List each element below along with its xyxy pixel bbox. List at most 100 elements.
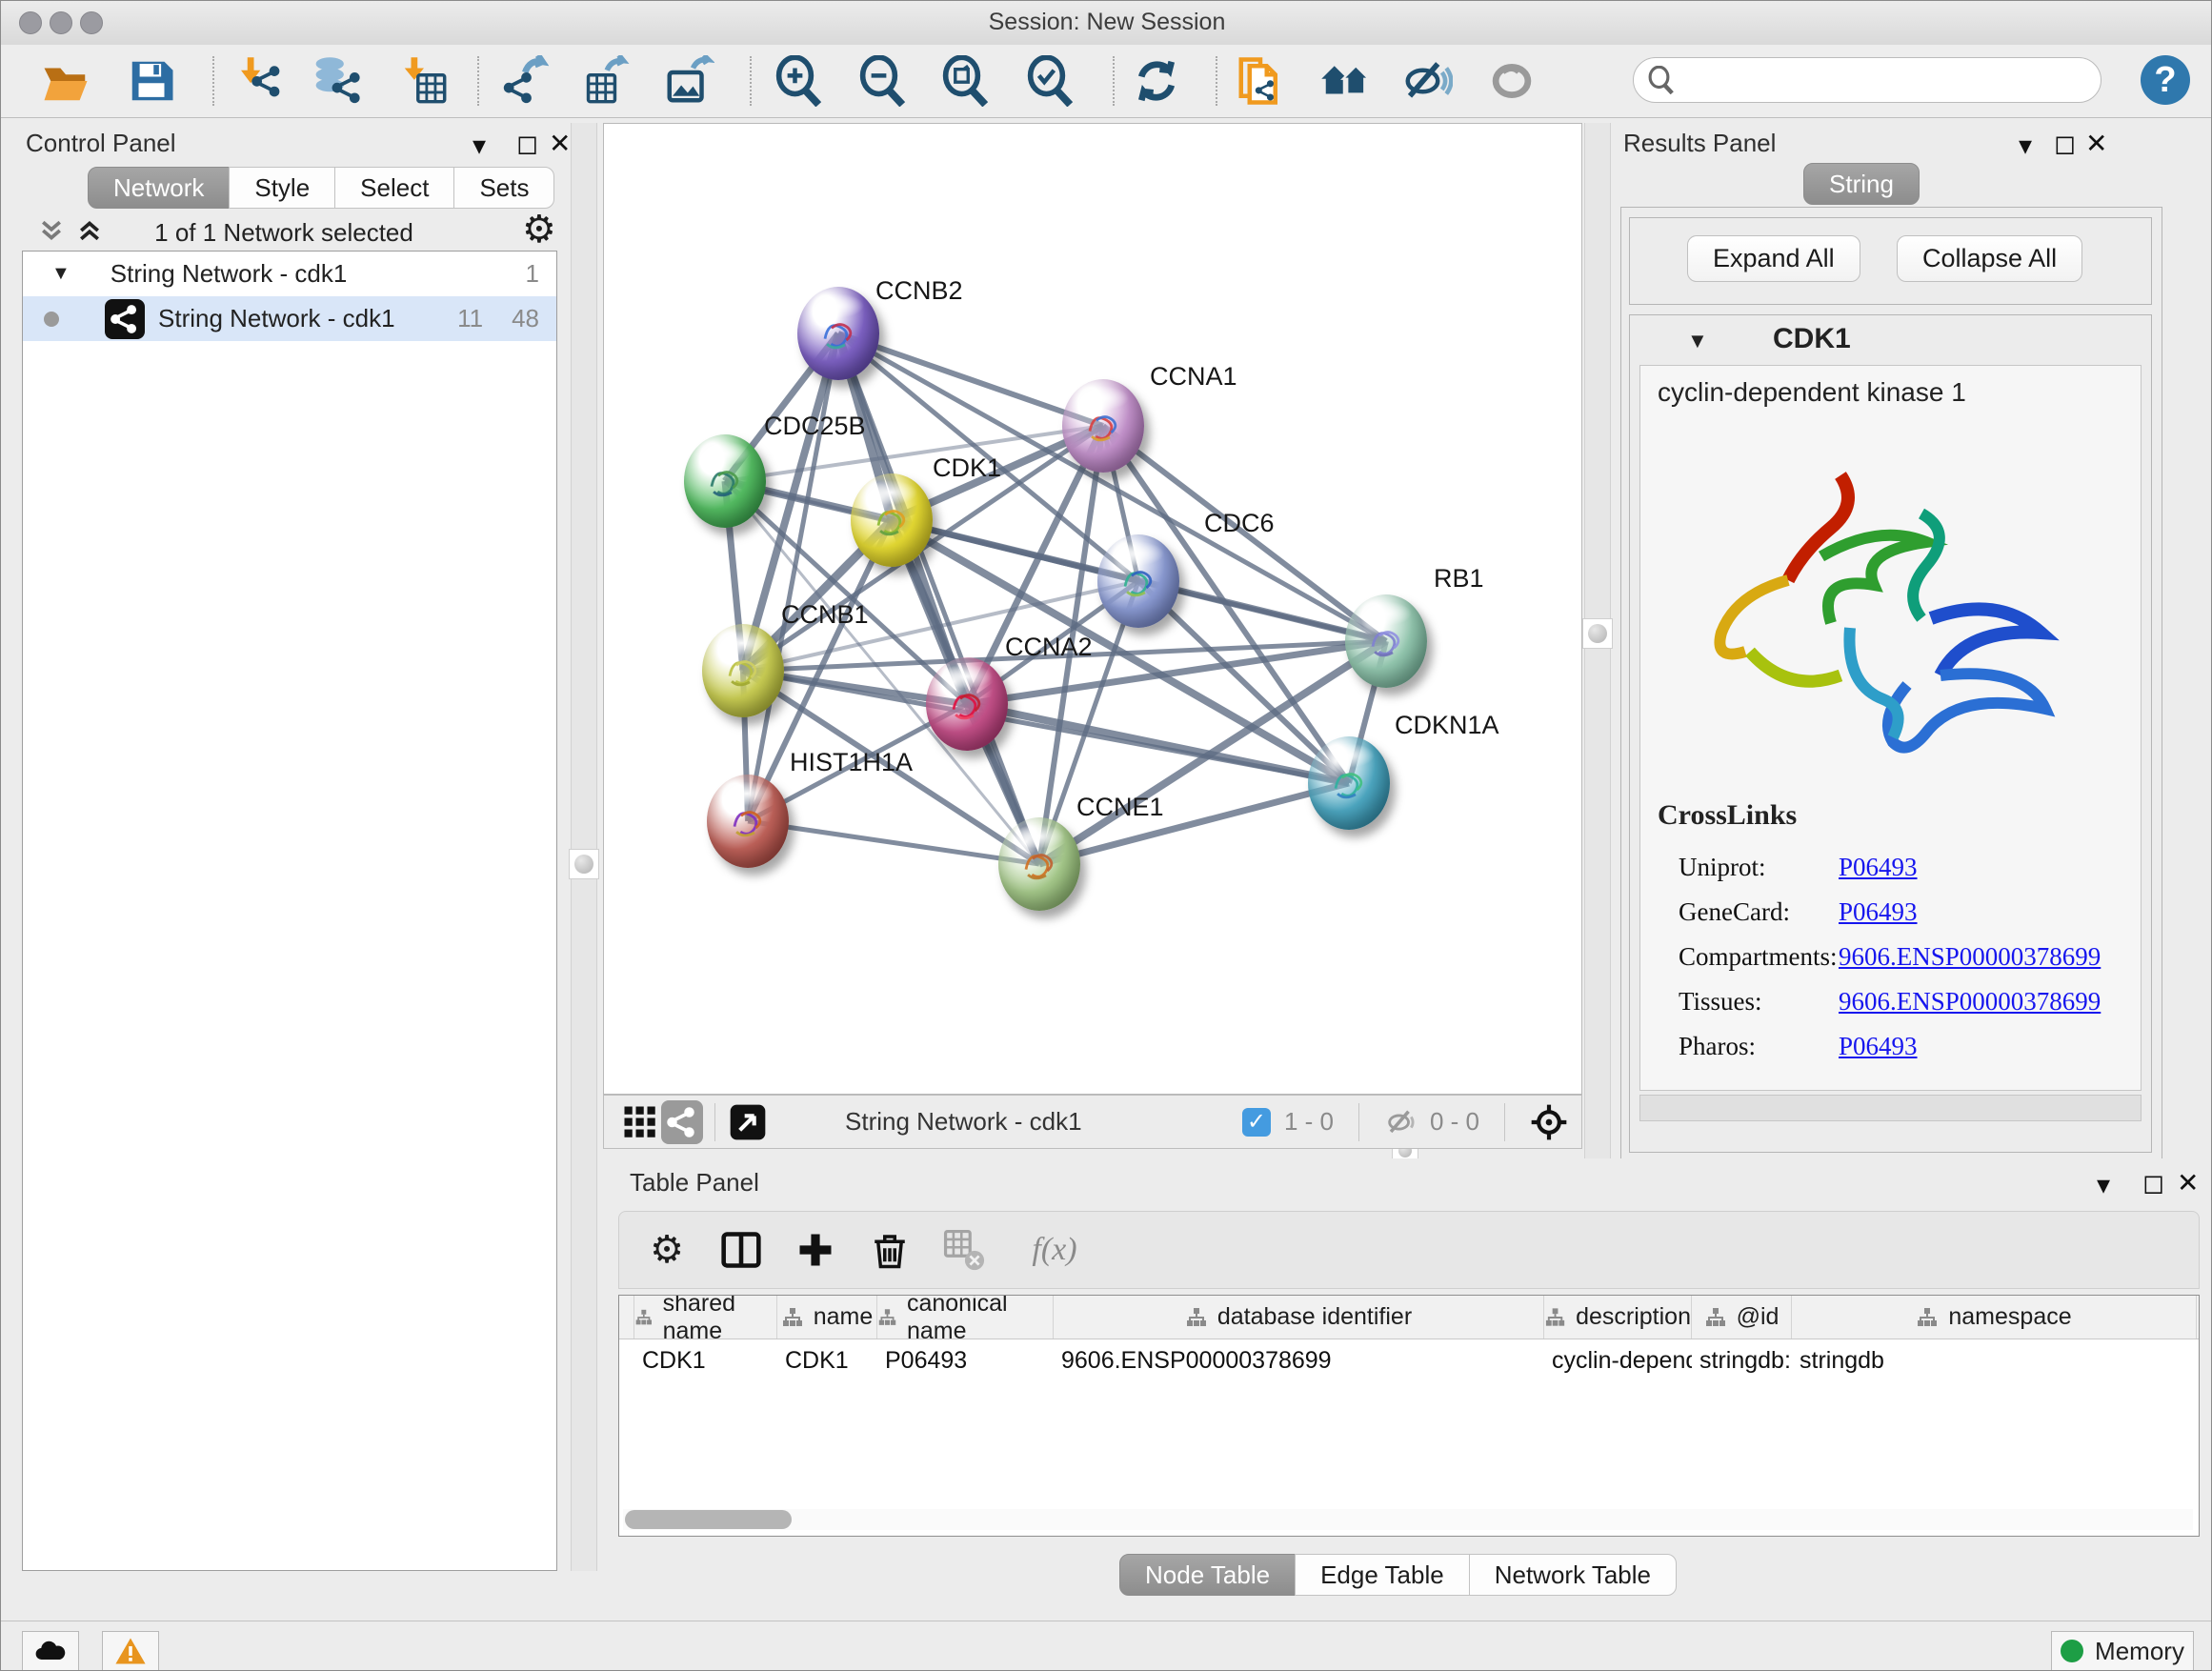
network-overview-icon[interactable] — [661, 1101, 703, 1143]
edge-CCNE1-CCNB2[interactable] — [838, 333, 1039, 864]
selected-checkbox[interactable]: ✓ — [1242, 1108, 1271, 1137]
add-column-icon[interactable] — [789, 1223, 842, 1277]
zoom-fit-icon[interactable] — [937, 52, 995, 110]
network-options-gear-icon[interactable]: ⚙ — [522, 211, 556, 249]
tab-select[interactable]: Select — [334, 167, 454, 209]
tab-node-table[interactable]: Node Table — [1119, 1554, 1296, 1596]
zoom-out-icon[interactable] — [855, 52, 912, 110]
save-session-icon[interactable] — [123, 52, 180, 110]
node-hist1h1a[interactable] — [707, 775, 789, 868]
detach-view-icon[interactable] — [727, 1101, 769, 1143]
memory-button[interactable]: Memory — [2051, 1631, 2194, 1671]
crosslink-label: Uniprot: — [1679, 853, 1839, 882]
tab-edge-table[interactable]: Edge Table — [1295, 1554, 1470, 1596]
maximize-panel-icon[interactable]: ◻ — [2142, 1170, 2164, 1197]
cell-namespace[interactable]: stringdb — [1792, 1347, 2197, 1375]
edge-CCNE1-HIST1H1A[interactable] — [748, 821, 1039, 864]
zoom-selected-icon[interactable] — [1022, 52, 1079, 110]
cell-shared-name[interactable]: CDK1 — [634, 1347, 777, 1375]
import-network-from-database-icon[interactable] — [308, 52, 365, 110]
column-header-canonical-name[interactable]: canonical name — [877, 1296, 1054, 1339]
tab-string[interactable]: String — [1803, 163, 1920, 205]
table-row[interactable]: CDK1CDK1P064939606.ENSP00000378699cyclin… — [619, 1339, 2199, 1382]
collapse-all-button[interactable]: Collapse All — [1897, 235, 2082, 282]
close-panel-icon[interactable]: ✕ — [2085, 131, 2107, 157]
collapse-all-icon[interactable] — [37, 216, 66, 250]
column-header-name[interactable]: name — [777, 1296, 877, 1339]
fit-selected-crosshair-icon[interactable] — [1530, 1103, 1568, 1141]
section-scrollbar[interactable] — [1639, 1095, 2142, 1121]
left-splitter[interactable] — [571, 123, 597, 1571]
node-cdc25b[interactable] — [684, 434, 766, 528]
search-input[interactable] — [1676, 66, 2080, 94]
crosslink-link[interactable]: P06493 — [1839, 853, 1918, 882]
float-panel-icon[interactable]: ▾ — [2019, 132, 2032, 159]
scrollbar-thumb[interactable] — [625, 1510, 792, 1529]
open-session-icon[interactable] — [37, 52, 94, 110]
close-panel-icon[interactable]: ✕ — [549, 131, 571, 157]
maximize-panel-icon[interactable]: ◻ — [516, 131, 538, 157]
tab-sets[interactable]: Sets — [453, 167, 554, 209]
show-columns-icon[interactable] — [714, 1223, 768, 1277]
column-header-database-identifier[interactable]: database identifier — [1054, 1296, 1544, 1339]
import-network-icon[interactable] — [230, 52, 287, 110]
home-networks-icon[interactable] — [1317, 52, 1374, 110]
network-collection-row[interactable]: ▼ String Network - cdk1 1 — [23, 252, 556, 296]
expand-all-icon[interactable] — [75, 216, 104, 250]
network-row[interactable]: String Network - cdk1 11 48 — [23, 296, 556, 341]
node-ccnb2[interactable] — [797, 287, 879, 380]
cloud-button[interactable] — [22, 1631, 79, 1671]
birdseye-grid-icon[interactable] — [619, 1101, 661, 1143]
expand-all-button[interactable]: Expand All — [1687, 235, 1860, 282]
node-ccnb1[interactable] — [702, 624, 784, 717]
delete-column-icon[interactable] — [863, 1223, 916, 1277]
table-horizontal-scrollbar[interactable] — [623, 1509, 2193, 1530]
close-panel-icon[interactable]: ✕ — [2177, 1170, 2199, 1197]
tab-network-table[interactable]: Network Table — [1469, 1554, 1677, 1596]
refresh-icon[interactable] — [1128, 52, 1185, 110]
warnings-button[interactable] — [102, 1631, 159, 1671]
zoom-in-icon[interactable] — [771, 52, 828, 110]
node-cdkn1a[interactable] — [1308, 736, 1390, 830]
crosslink-link[interactable]: P06493 — [1839, 897, 1918, 927]
import-table-icon[interactable] — [395, 52, 452, 110]
tab-style[interactable]: Style — [229, 167, 335, 209]
node-ccna2[interactable] — [926, 657, 1008, 751]
cell-canonical-name[interactable]: P06493 — [877, 1347, 1054, 1375]
maximize-panel-icon[interactable]: ◻ — [2054, 131, 2076, 157]
float-panel-icon[interactable]: ▾ — [473, 132, 486, 159]
float-panel-icon[interactable]: ▾ — [2097, 1172, 2110, 1198]
toolbar-search[interactable] — [1633, 57, 2101, 103]
cell-description[interactable]: cyclin-dependent ... — [1544, 1347, 1692, 1375]
cell-database-identifier[interactable]: 9606.ENSP00000378699 — [1054, 1347, 1544, 1375]
node-cdk1[interactable] — [851, 473, 933, 567]
tab-network[interactable]: Network — [88, 167, 230, 209]
export-image-icon[interactable] — [660, 52, 717, 110]
clone-network-icon[interactable] — [1232, 52, 1289, 110]
cell--id[interactable]: stringdb:9... — [1692, 1347, 1792, 1375]
show-graphics-icon[interactable] — [1483, 52, 1540, 110]
node-ccne1[interactable] — [998, 817, 1080, 911]
column-header--id[interactable]: @id — [1692, 1296, 1792, 1339]
node-cdc6[interactable] — [1097, 534, 1179, 628]
export-table-icon[interactable] — [576, 52, 633, 110]
section-title: CDK1 — [1773, 323, 1851, 355]
tree-expander-icon[interactable]: ▼ — [51, 263, 70, 285]
help-button[interactable]: ? — [2141, 55, 2190, 105]
column-header-shared-name[interactable]: shared name — [634, 1296, 777, 1339]
section-expander-icon[interactable]: ▼ — [1687, 329, 1708, 353]
node-ccna1[interactable] — [1062, 379, 1144, 473]
node-rb1[interactable] — [1345, 594, 1427, 688]
right-splitter-knob[interactable] — [1582, 618, 1613, 649]
crosslink-link[interactable]: 9606.ENSP00000378699 — [1839, 987, 2101, 1017]
column-header-namespace[interactable]: namespace — [1792, 1296, 2197, 1339]
export-network-icon[interactable] — [494, 52, 552, 110]
table-options-gear-icon[interactable]: ⚙ — [640, 1223, 694, 1277]
network-canvas[interactable]: CCNB2CCNA1CDC25BCDK1CDC6RB1CCNB1CCNA2CDK… — [603, 123, 1582, 1095]
left-splitter-knob[interactable] — [569, 849, 599, 879]
cell-name[interactable]: CDK1 — [777, 1347, 877, 1375]
crosslink-link[interactable]: 9606.ENSP00000378699 — [1839, 942, 2101, 972]
crosslink-link[interactable]: P06493 — [1839, 1032, 1918, 1061]
hide-unhide-icon[interactable] — [1398, 52, 1456, 110]
column-header-description[interactable]: description — [1544, 1296, 1692, 1339]
